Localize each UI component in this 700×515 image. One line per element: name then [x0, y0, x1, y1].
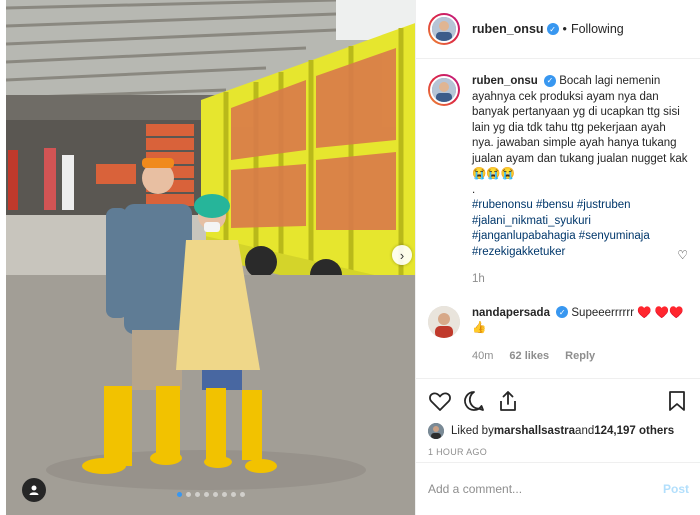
comment-like-heart-icon[interactable]: ♡: [677, 248, 688, 262]
caption-dot: .: [472, 183, 476, 196]
post-image[interactable]: ›: [6, 0, 415, 515]
carousel-dot: [203, 492, 209, 497]
bookmark-icon[interactable]: [665, 389, 689, 413]
carousel-indicator: [6, 492, 415, 497]
tagged-users-button[interactable]: [22, 478, 46, 502]
likes-and: and: [575, 425, 595, 437]
chevron-right-icon: ›: [399, 247, 405, 263]
carousel-dot: [194, 492, 200, 497]
add-comment-bar: Post: [416, 462, 700, 515]
verified-badge-icon: ✓: [544, 74, 557, 87]
like-heart-icon[interactable]: [428, 389, 452, 413]
post-header: ruben_onsu ✓ • Following: [416, 0, 700, 59]
carousel-dot: [212, 492, 218, 497]
caption-comment: ruben_onsu ✓ Bocah lagi nemenin ayahnya …: [428, 74, 689, 288]
likes-summary: Liked by marshallsastra and 124,197 othe…: [428, 423, 689, 439]
carousel-dot: [185, 492, 191, 497]
caption-hashtags[interactable]: #rubenonsu #bensu #justruben #jalani_nik…: [472, 198, 689, 260]
profile-photo: [428, 305, 460, 338]
following-button[interactable]: Following: [571, 22, 624, 36]
caption-text: Bocah lagi nemenin ayahnya cek produksi …: [472, 75, 688, 180]
verified-badge-icon: ✓: [556, 306, 569, 319]
comment-item: nandapersada ✓ Supeeerrrrrr ♥️ ♥️♥️👍 40m…: [428, 305, 689, 365]
post-photo-illustration: [6, 0, 415, 515]
caption-username-link[interactable]: ruben_onsu: [472, 75, 538, 87]
carousel-dot: [230, 492, 236, 497]
caption-author-avatar[interactable]: [428, 74, 460, 106]
caption-body: ruben_onsu ✓ Bocah lagi nemenin ayahnya …: [472, 74, 689, 288]
profile-photo: [432, 78, 456, 102]
comment-bubble-icon[interactable]: [462, 389, 486, 413]
comments-list[interactable]: ruben_onsu ✓ Bocah lagi nemenin ayahnya …: [416, 60, 700, 378]
reply-button[interactable]: Reply: [565, 349, 595, 365]
post-side-panel: ruben_onsu ✓ • Following ruben_onsu ✓ Bo…: [415, 0, 700, 515]
commenter-avatar[interactable]: [428, 305, 460, 338]
liker-username-link[interactable]: marshallsastra: [494, 425, 575, 437]
carousel-dot: [221, 492, 227, 497]
likes-prefix: Liked by: [451, 425, 494, 437]
comment-time[interactable]: 40m: [472, 349, 493, 365]
comment-body: nandapersada ✓ Supeeerrrrrr ♥️ ♥️♥️👍 40m…: [472, 306, 689, 365]
header-separator: •: [562, 22, 567, 36]
carousel-dot: [176, 492, 182, 497]
author-avatar[interactable]: [428, 13, 460, 45]
profile-photo: [432, 17, 456, 41]
verified-badge-icon: ✓: [546, 23, 559, 35]
carousel-dot: [239, 492, 245, 497]
caption-time[interactable]: 1h: [472, 272, 689, 288]
comment-likes-count[interactable]: 62 likes: [509, 349, 549, 365]
commenter-username-link[interactable]: nandapersada: [472, 307, 550, 319]
profile-photo: [428, 423, 444, 439]
next-slide-button[interactable]: ›: [392, 245, 412, 265]
liker-avatar[interactable]: [428, 423, 444, 439]
post-comment-button[interactable]: Post: [663, 482, 689, 496]
share-icon[interactable]: [496, 389, 520, 413]
post-timestamp[interactable]: 1 HOUR AGO: [428, 447, 689, 457]
likes-count-link[interactable]: 124,197 others: [594, 425, 674, 437]
comment-input[interactable]: [428, 482, 663, 496]
author-username-link[interactable]: ruben_onsu: [472, 22, 544, 36]
